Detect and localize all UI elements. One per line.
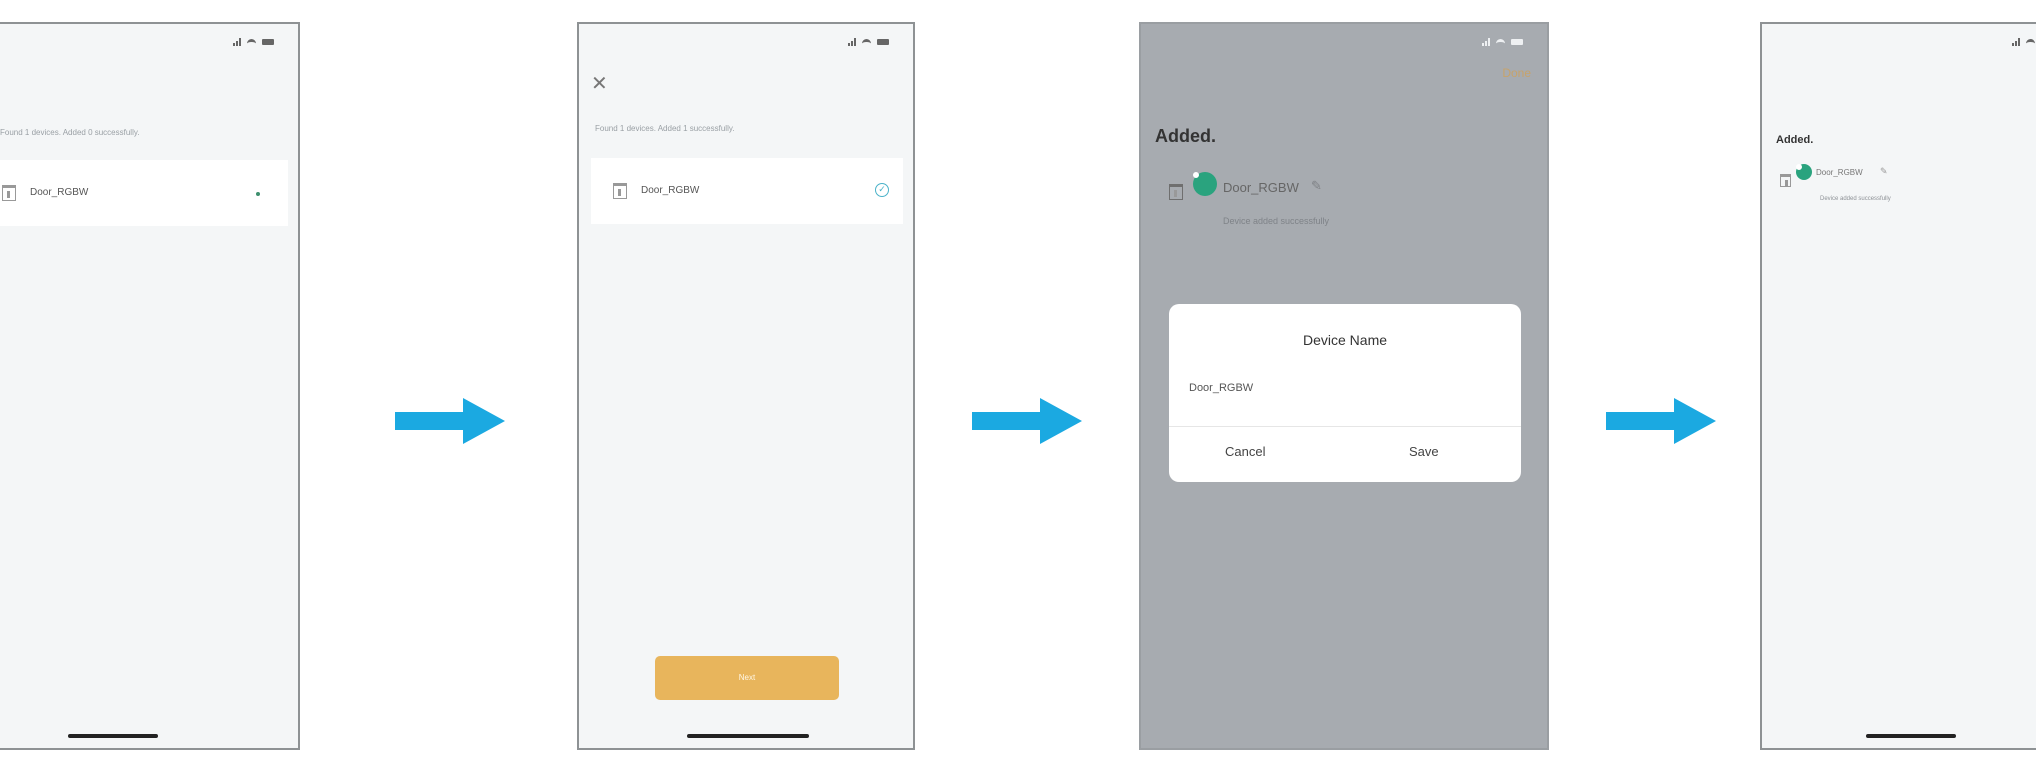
- device-name: Door_RGBW: [1816, 168, 1863, 177]
- screen-1-scanning: Found 1 devices. Added 0 successfully. D…: [0, 22, 300, 750]
- status-bar: [848, 38, 889, 46]
- screen-4-added-result: Added. Door_RGBW ✎ Device added successf…: [1760, 22, 2036, 750]
- added-status-text: Device added successfully: [1820, 196, 1891, 202]
- save-button[interactable]: Save: [1409, 444, 1439, 459]
- close-icon[interactable]: ✕: [591, 74, 608, 94]
- success-badge-icon: [1193, 172, 1217, 196]
- dialog-title: Device Name: [1302, 332, 1388, 348]
- cancel-button[interactable]: Cancel: [1225, 444, 1265, 459]
- wifi-icon: [1496, 38, 1505, 46]
- added-title: Added.: [1155, 126, 1216, 146]
- home-indicator: [68, 734, 158, 738]
- edit-pencil-icon[interactable]: ✎: [1880, 166, 1888, 177]
- device-name-input[interactable]: Door_RGBW: [1189, 382, 1253, 394]
- wifi-icon: [247, 38, 256, 46]
- signal-icon: [1482, 38, 1490, 46]
- check-circle-icon: ✓: [875, 183, 889, 197]
- sensor-device-icon: [613, 183, 627, 199]
- battery-icon: [877, 39, 889, 45]
- signal-icon: [848, 38, 856, 46]
- added-title: Added.: [1776, 134, 1814, 146]
- home-indicator: [1866, 734, 1956, 738]
- arrow-right-icon: [1606, 398, 1716, 444]
- status-bar: [233, 38, 274, 46]
- device-card[interactable]: Door_RGBW: [0, 160, 288, 226]
- added-status-text: Device added successfully: [1223, 216, 1330, 226]
- device-name-dialog: Device Name Door_RGBW Cancel Save: [1169, 304, 1521, 482]
- edit-pencil-icon[interactable]: ✎: [1311, 178, 1322, 194]
- wifi-icon: [862, 38, 871, 46]
- success-badge-icon: [1796, 164, 1812, 180]
- signal-icon: [233, 38, 241, 46]
- wifi-icon: [2026, 38, 2035, 46]
- sensor-device-icon: [2, 185, 16, 201]
- arrow-right-icon: [972, 398, 1082, 444]
- device-name: Door_RGBW: [641, 185, 700, 196]
- battery-icon: [262, 39, 274, 45]
- screen-2-added: ✕ Found 1 devices. Added 1 successfully.…: [577, 22, 915, 750]
- screen-3-rename-dialog: Done Added. Door_RGBW ✎ Device added suc…: [1139, 22, 1549, 750]
- home-indicator: [687, 734, 809, 738]
- sensor-device-icon: [1169, 184, 1183, 200]
- signal-icon: [2012, 38, 2020, 46]
- next-button[interactable]: Next: [655, 656, 839, 700]
- battery-icon: [1511, 39, 1523, 45]
- found-devices-text: Found 1 devices. Added 1 successfully.: [595, 124, 735, 133]
- device-card[interactable]: Door_RGBW ✓: [591, 158, 903, 224]
- status-bar: [1482, 38, 1523, 46]
- device-name: Door_RGBW: [1223, 180, 1299, 195]
- dialog-divider: [1169, 426, 1521, 427]
- status-bar: [2012, 38, 2035, 46]
- loading-indicator-icon: [256, 192, 260, 196]
- done-button[interactable]: Done: [1502, 66, 1531, 80]
- arrow-right-icon: [395, 398, 505, 444]
- found-devices-text: Found 1 devices. Added 0 successfully.: [0, 128, 140, 137]
- sensor-device-icon: [1780, 174, 1791, 187]
- device-name: Door_RGBW: [30, 187, 89, 198]
